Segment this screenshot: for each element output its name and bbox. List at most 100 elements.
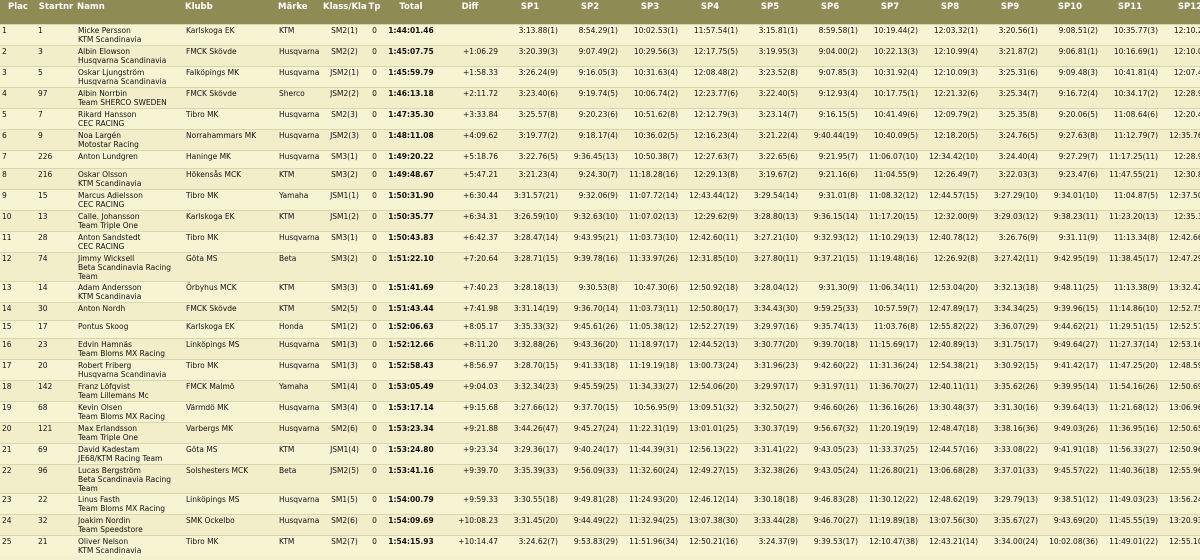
startnr-cell: 96 <box>38 465 48 475</box>
table-row[interactable]: 24 32 Joakim Nordin Team Speedstore SMK Ocke… <box>0 514 1200 535</box>
klubb-cell: Karlskoga EK <box>186 321 235 331</box>
column-header[interactable]: Plac <box>0 0 36 24</box>
column-header[interactable]: SP9 <box>980 0 1040 24</box>
marke-cell: Husqvarna <box>279 494 320 504</box>
column-header[interactable]: SP10 <box>1040 0 1100 24</box>
column-header[interactable]: SP8 <box>920 0 980 24</box>
plac-cell: 22 <box>2 465 12 475</box>
table-row[interactable]: 19 68 Kevin Olsen Team Bloms MX Racing Värmd… <box>0 401 1200 422</box>
table-row[interactable]: 18 142 Franz Löfqvist Team Lillemans Mc FMCK… <box>0 380 1200 401</box>
sp7-cell: 11:30.12(22) <box>869 494 918 504</box>
tp-cell: 0 <box>372 211 377 221</box>
table-row[interactable]: 9 15 Marcus Adielsson CEC RACING Tibro MK Yam… <box>0 189 1200 210</box>
startnr-cell: 17 <box>38 321 48 331</box>
table-row[interactable]: 25 21 Oliver Nelson KTM Scandinavia Tibro MK… <box>0 535 1200 556</box>
table-row[interactable]: 6 9 Noa Largén Motostar Racing Norrahammars … <box>0 129 1200 150</box>
sp5-cell: 3:32.50(27) <box>753 402 798 412</box>
table-row[interactable]: 13 14 Adam Andersson KTM Scandinavia Örbyhus… <box>0 281 1200 302</box>
sp8-cell: 12:40.78(12) <box>929 232 978 242</box>
table-row[interactable]: 8 216 Oskar Olsson KTM Scandinavia Hökensås … <box>0 168 1200 189</box>
plac-cell: 1 <box>2 25 7 35</box>
column-header[interactable]: Klubb <box>184 0 277 24</box>
column-header[interactable]: Klass/Klass Pl. <box>322 0 367 24</box>
sp7-cell: 10:19.44(2) <box>873 25 918 35</box>
sp12-cell: 13:20.93(29) <box>1169 515 1200 525</box>
column-header[interactable]: SP12 <box>1160 0 1200 24</box>
marke-cell: Husqvarna <box>279 46 320 56</box>
column-header[interactable]: Namn <box>76 0 184 24</box>
table-row[interactable]: 10 13 Calle. Johansson Team Triple One Karls… <box>0 210 1200 231</box>
total-cell: 1:50:31.90 <box>388 190 434 200</box>
sp4-cell: 12:16.23(4) <box>693 130 738 140</box>
total-cell: 1:52:58.43 <box>388 360 434 370</box>
column-header[interactable]: Märke <box>277 0 322 24</box>
sp12-cell: 12:20.47(4) <box>1173 109 1200 119</box>
column-header[interactable]: SP5 <box>740 0 800 24</box>
column-header[interactable]: Tp <box>367 0 382 24</box>
table-row[interactable]: 22 96 Lucas Bergström Beta Scandinavia Raci… <box>0 464 1200 493</box>
table-row[interactable]: 1 1 Micke Persson KTM Scandinavia Karlskoga … <box>0 24 1200 45</box>
sp8-cell: 12:18.20(5) <box>933 130 978 140</box>
total-cell: 1:47:35.30 <box>388 109 434 119</box>
sp9-cell: 3:35.62(26) <box>993 381 1038 391</box>
sp6-cell: 9:40.44(19) <box>813 130 858 140</box>
table-row[interactable]: 7 226 Anton Lundgren Haninge MK Husqvarna SM3… <box>0 150 1200 168</box>
plac-cell: 17 <box>2 360 12 370</box>
column-header[interactable]: SP6 <box>800 0 860 24</box>
table-row[interactable]: 20 121 Max Erlandsson Team Triple One Varber… <box>0 422 1200 443</box>
sp6-cell: 9:36.15(14) <box>813 211 858 221</box>
plac-cell: 19 <box>2 402 12 412</box>
table-row[interactable]: 16 23 Edvin Hamnäs Team Bloms MX Racing Link… <box>0 338 1200 359</box>
column-header[interactable]: SP3 <box>620 0 680 24</box>
sp5-cell: 3:23.14(7) <box>758 109 798 119</box>
startnr-cell: 22 <box>38 494 48 504</box>
table-row[interactable]: 15 17 Pontus Skoog Karlskoga EK Honda SM1(2) 0… <box>0 320 1200 338</box>
total-cell: 1:44:01.46 <box>388 25 434 35</box>
sp10-cell: 9:34.01(10) <box>1053 190 1098 200</box>
tp-cell: 0 <box>372 151 377 161</box>
sp1-cell: 3:26.59(10) <box>513 211 558 221</box>
sp10-cell: 9:27.29(7) <box>1058 151 1098 161</box>
table-row[interactable]: 2 3 Albin Elowson Husqvarna Scandinavia FMCK… <box>0 45 1200 66</box>
column-header[interactable]: Startnr <box>36 0 76 24</box>
table-row[interactable]: 21 69 David Kadestam JE68/KTM Racing Team Gö… <box>0 443 1200 464</box>
diff-cell: +6:30.44 <box>462 190 498 200</box>
sp6-cell: 9:42.60(22) <box>813 360 858 370</box>
namn-cell: Anton Lundgren <box>76 150 184 168</box>
sp4-cell: 12:46.12(14) <box>689 494 738 504</box>
startnr-cell: 15 <box>38 190 48 200</box>
sp5-cell: 3:19.67(2) <box>758 169 798 179</box>
column-header[interactable]: SP1 <box>500 0 560 24</box>
column-header[interactable]: SP11 <box>1100 0 1160 24</box>
table-row[interactable]: 17 20 Robert Friberg Husqvarna Scandinavia T… <box>0 359 1200 380</box>
column-header[interactable]: Diff <box>440 0 500 24</box>
sp8-cell: 12:26.49(7) <box>933 169 978 179</box>
sp2-cell: 9:44.49(22) <box>573 515 618 525</box>
table-row[interactable]: 4 97 Albin Norrbin Team SHERCO SWEDEN FMCK S… <box>0 87 1200 108</box>
table-row[interactable]: 5 7 Rikard Hansson CEC RACING Tibro MK Husqva… <box>0 108 1200 129</box>
tp-cell: 0 <box>372 515 377 525</box>
marke-cell: Yamaha <box>279 381 309 391</box>
column-header[interactable]: SP4 <box>680 0 740 24</box>
table-row[interactable]: 11 28 Anton Sandstedt CEC RACING Tibro MK Hus… <box>0 231 1200 252</box>
table-row[interactable]: 12 74 Jimmy Wicksell Beta Scandinavia Racin… <box>0 252 1200 281</box>
team-name: CEC RACING <box>78 118 125 128</box>
column-header[interactable]: SP2 <box>560 0 620 24</box>
table-row[interactable]: 14 30 Anton Nordh FMCK Skövde KTM SM2(5) 0 1:51… <box>0 302 1200 320</box>
team-name: CEC RACING <box>78 241 125 251</box>
table-row[interactable]: 3 5 Oskar Ljungström Husqvarna Scandinavia F… <box>0 66 1200 87</box>
namn-cell: Albin Norrbin Team SHERCO SWEDEN <box>76 87 184 108</box>
total-cell: 1:54:00.79 <box>388 494 434 504</box>
sp2-cell: 9:53.83(29) <box>573 536 618 546</box>
plac-cell: 8 <box>2 169 7 179</box>
table-row[interactable]: 23 22 Linus Fasth Team Bloms MX Racing Linkö… <box>0 493 1200 514</box>
klass-cell: SM2(1) <box>331 25 358 35</box>
sp11-cell: 11:17.25(11) <box>1109 151 1158 161</box>
column-header[interactable]: Total <box>382 0 440 24</box>
column-header[interactable]: SP7 <box>860 0 920 24</box>
sp8-cell: 12:34.42(10) <box>929 151 978 161</box>
namn-cell: Noa Largén Motostar Racing <box>76 129 184 150</box>
marke-cell: KTM <box>279 211 295 221</box>
klass-cell: SM3(4) <box>331 402 358 412</box>
sp11-cell: 11:36.95(16) <box>1109 423 1158 433</box>
